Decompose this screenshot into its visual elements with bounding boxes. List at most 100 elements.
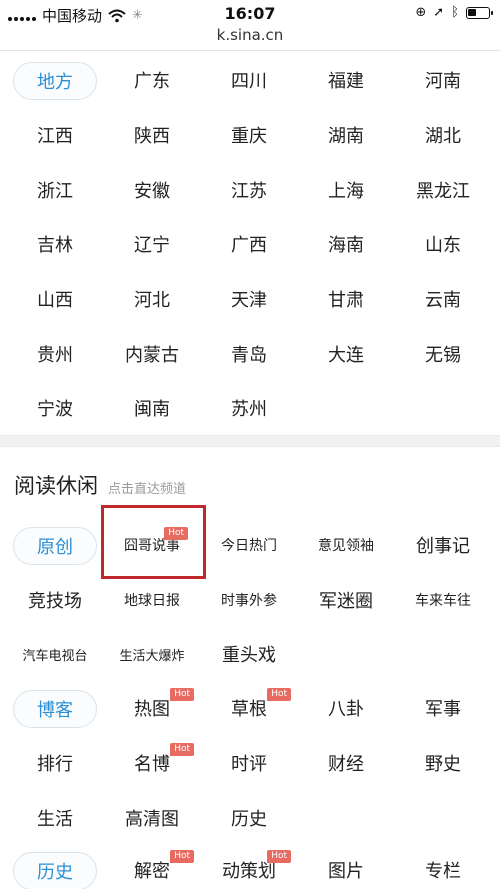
channel-item-hot-pics[interactable]: 热图 Hot	[104, 688, 200, 728]
original-label-pill[interactable]: 原创	[7, 525, 103, 565]
channel-item[interactable]: 时事外参	[201, 580, 297, 620]
section-title: 阅读休闲	[14, 474, 98, 498]
region-item[interactable]: 内蒙古	[104, 334, 200, 374]
channel-item[interactable]: 地球日报	[104, 580, 200, 620]
battery-icon	[466, 6, 493, 19]
channel-item[interactable]: 高清图	[104, 798, 200, 838]
region-row-1: 地方 广东 四川 福建 河南	[0, 60, 500, 100]
reading-row-7: 历史 解密 Hot 动策划 Hot 图片 专栏	[0, 850, 500, 889]
channel-item[interactable]: 专栏	[395, 850, 491, 889]
history-label: 历史	[13, 851, 97, 889]
region-item[interactable]: 山东	[395, 224, 491, 264]
region-item[interactable]: 天津	[201, 279, 297, 319]
region-item[interactable]: 大连	[298, 334, 394, 374]
region-item[interactable]: 青岛	[201, 334, 297, 374]
region-item[interactable]: 宁波	[7, 388, 103, 428]
channel-item[interactable]: 八卦	[298, 688, 394, 728]
channel-item[interactable]: 生活	[7, 798, 103, 838]
region-item[interactable]: 广东	[104, 60, 200, 100]
region-item[interactable]: 江苏	[201, 170, 297, 210]
region-item[interactable]: 陕西	[104, 115, 200, 155]
channel-item[interactable]: 汽车电视台	[7, 634, 103, 674]
region-item[interactable]: 河南	[395, 60, 491, 100]
location-arrow-icon: ➚	[433, 5, 445, 20]
history-label-pill[interactable]: 历史	[7, 850, 103, 889]
channel-item[interactable]: 排行	[7, 743, 103, 783]
channel-item[interactable]: 车来车往	[395, 580, 491, 620]
region-item[interactable]: 四川	[201, 60, 297, 100]
region-item[interactable]: 湖北	[395, 115, 491, 155]
region-item[interactable]: 安徽	[104, 170, 200, 210]
region-item[interactable]: 河北	[104, 279, 200, 319]
channel-item[interactable]: 生活大爆炸	[104, 634, 200, 674]
section-divider	[0, 435, 500, 447]
orientation-lock-icon: ⊕	[415, 5, 427, 20]
region-item[interactable]: 贵州	[7, 334, 103, 374]
region-row-3: 浙江 安徽 江苏 上海 黑龙江	[0, 170, 500, 210]
region-item[interactable]: 云南	[395, 279, 491, 319]
reading-row-4: 博客 热图 Hot 草根 Hot 八卦 军事	[0, 688, 500, 728]
region-row-2: 江西 陕西 重庆 湖南 湖北	[0, 115, 500, 155]
region-item[interactable]: 江西	[7, 115, 103, 155]
original-label: 原创	[13, 526, 97, 565]
reading-row-2: 竞技场 地球日报 时事外参 军迷圈 车来车往	[0, 580, 500, 620]
hot-badge: Hot	[170, 743, 194, 756]
channel-item[interactable]: 创事记	[395, 525, 491, 565]
channel-label: 名博	[134, 754, 170, 775]
region-row-6: 贵州 内蒙古 青岛 大连 无锡	[0, 334, 500, 374]
region-item[interactable]: 湖南	[298, 115, 394, 155]
region-item[interactable]: 苏州	[201, 388, 297, 428]
reading-row-6: 生活 高清图 历史	[0, 798, 500, 838]
region-item[interactable]: 重庆	[201, 115, 297, 155]
status-bar: 中国移动 ✳ 16:07 ⊕ ➚ ᛒ	[0, 0, 500, 26]
channel-item[interactable]: 时评	[201, 743, 297, 783]
channel-item-decode[interactable]: 解密 Hot	[104, 850, 200, 889]
region-item[interactable]: 辽宁	[104, 224, 200, 264]
reading-section-header: 阅读休闲 点击直达频道	[14, 470, 186, 500]
region-item[interactable]: 甘肃	[298, 279, 394, 319]
reading-row-5: 排行 名博 Hot 时评 财经 野史	[0, 743, 500, 783]
section-subtitle: 点击直达频道	[108, 482, 187, 497]
channel-label: 草根	[231, 699, 267, 720]
channel-label: 热图	[134, 699, 170, 720]
region-item[interactable]: 海南	[298, 224, 394, 264]
region-item[interactable]: 上海	[298, 170, 394, 210]
channel-item[interactable]: 历史	[201, 798, 297, 838]
region-item[interactable]: 无锡	[395, 334, 491, 374]
region-item[interactable]: 吉林	[7, 224, 103, 264]
address-divider	[0, 50, 500, 51]
channel-item[interactable]: 军迷圈	[298, 580, 394, 620]
highlight-box	[101, 505, 206, 579]
region-item[interactable]: 广西	[201, 224, 297, 264]
reading-row-3: 汽车电视台 生活大爆炸 重头戏	[0, 634, 500, 674]
region-item[interactable]: 福建	[298, 60, 394, 100]
channel-label: 解密	[134, 861, 170, 882]
channel-item[interactable]: 今日热门	[201, 525, 297, 565]
reading-row-1: 原创 囧哥说事 Hot 今日热门 意见领袖 创事记	[0, 525, 500, 565]
region-item[interactable]: 闽南	[104, 388, 200, 428]
region-label: 地方	[13, 61, 97, 100]
hot-badge: Hot	[267, 850, 291, 863]
region-item[interactable]: 浙江	[7, 170, 103, 210]
channel-item[interactable]: 野史	[395, 743, 491, 783]
channel-item[interactable]: 重头戏	[201, 634, 297, 674]
channel-item[interactable]: 财经	[298, 743, 394, 783]
channel-item[interactable]: 竞技场	[7, 580, 103, 620]
hot-badge: Hot	[170, 688, 194, 701]
region-item[interactable]: 黑龙江	[395, 170, 491, 210]
region-label-pill[interactable]: 地方	[7, 60, 103, 100]
status-right: ⊕ ➚ ᛒ	[415, 5, 493, 20]
channel-item[interactable]: 意见领袖	[298, 525, 394, 565]
battery-fill	[468, 8, 476, 16]
channel-item[interactable]: 军事	[395, 688, 491, 728]
channel-item-motion-plan[interactable]: 动策划 Hot	[201, 850, 297, 889]
channel-item[interactable]: 图片	[298, 850, 394, 889]
hot-badge: Hot	[267, 688, 291, 701]
channel-item-famous-blogs[interactable]: 名博 Hot	[104, 743, 200, 783]
blog-label: 博客	[13, 689, 97, 728]
blog-label-pill[interactable]: 博客	[7, 688, 103, 728]
address-bar[interactable]: k.sina.cn	[0, 26, 500, 50]
channel-item-grassroots[interactable]: 草根 Hot	[201, 688, 297, 728]
hot-badge: Hot	[170, 850, 194, 863]
region-item[interactable]: 山西	[7, 279, 103, 319]
